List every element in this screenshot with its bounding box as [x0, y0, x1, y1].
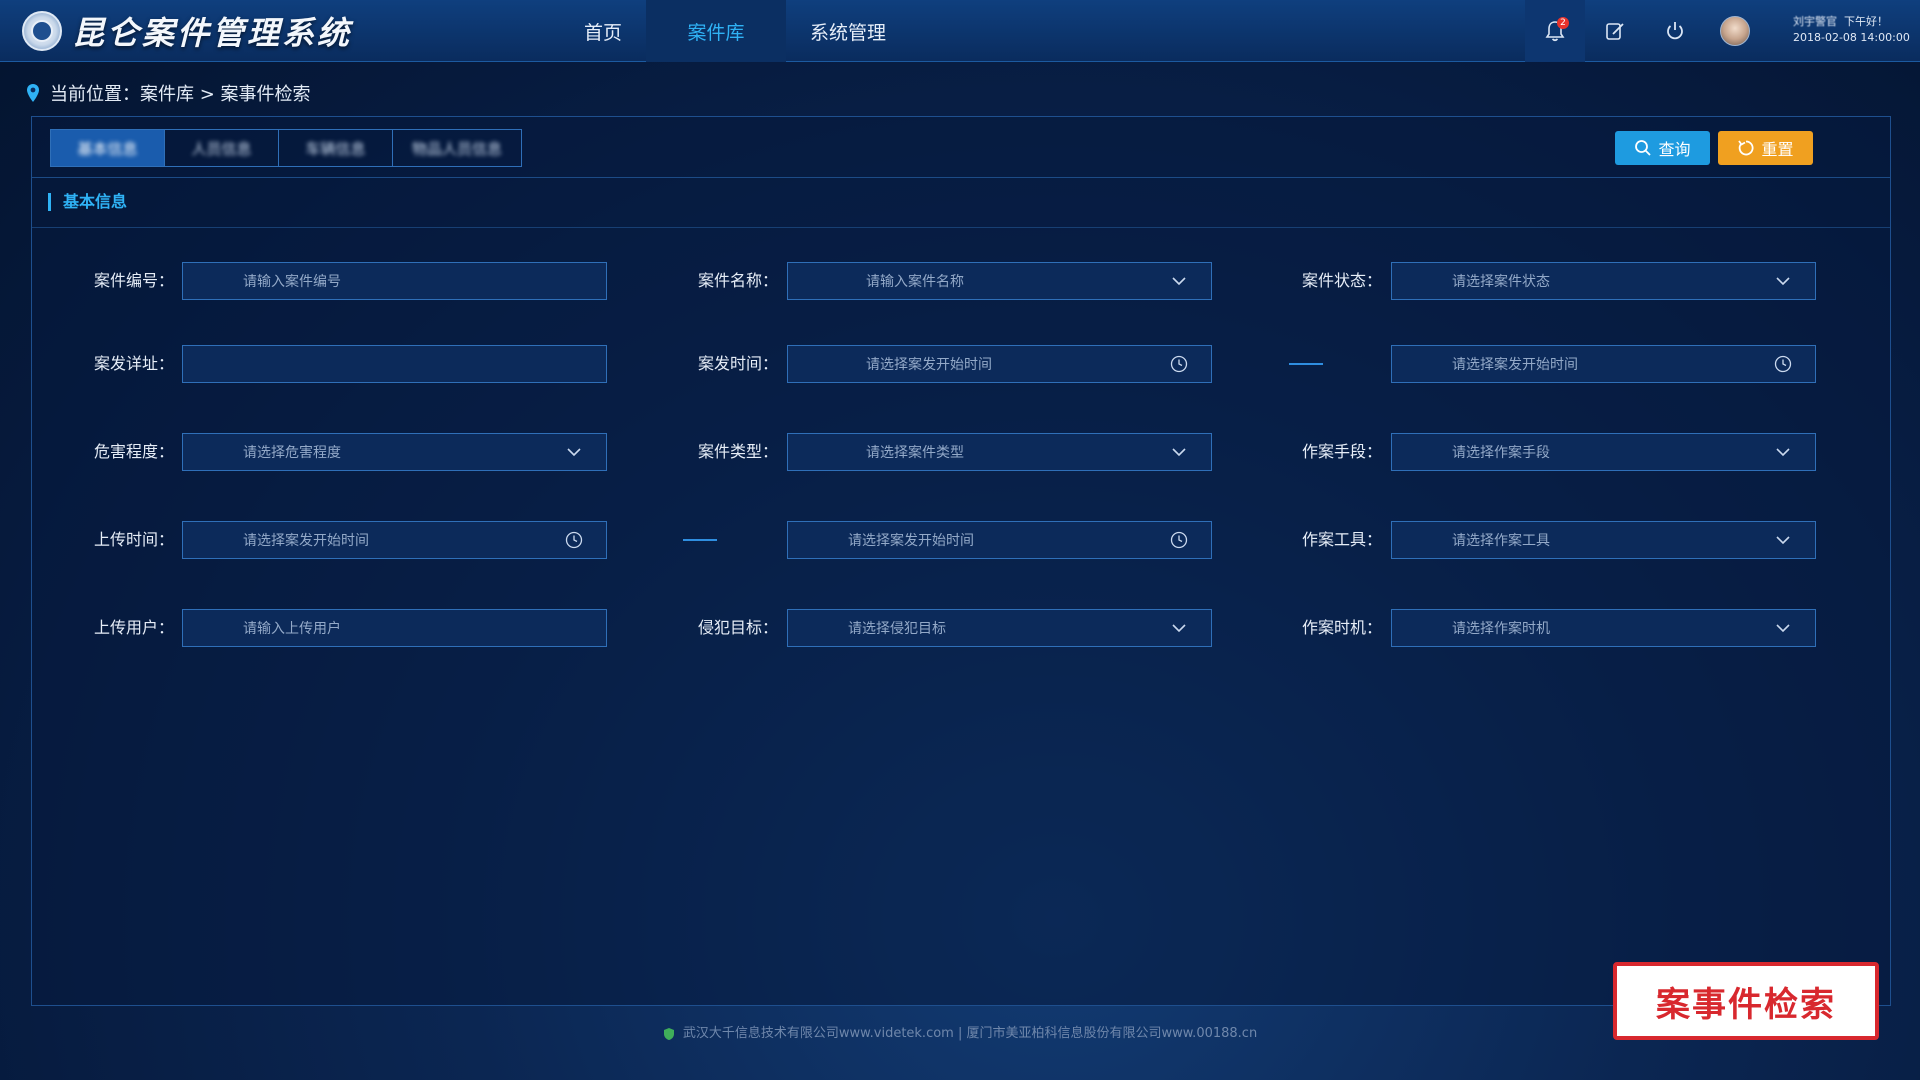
datetime: 2018-02-08 14:00:00	[1793, 31, 1910, 44]
case-no-label: 案件编号：	[93, 271, 174, 290]
location-pin-icon	[27, 84, 39, 102]
divider	[32, 227, 1890, 228]
tab-item-person-info[interactable]: 物品人员信息	[393, 130, 521, 166]
app-logo[interactable]: 昆仑案件管理系统	[22, 8, 352, 54]
clock-icon	[1169, 354, 1189, 374]
edit-button[interactable]	[1585, 0, 1645, 62]
reset-button[interactable]: 重置	[1718, 131, 1813, 165]
search-icon	[1635, 140, 1652, 156]
clock-icon	[1773, 354, 1793, 374]
tool-label: 作案工具：	[1301, 530, 1382, 549]
upload-user-label: 上传用户：	[93, 618, 174, 637]
tab-bar: 基本信息 人员信息 车辆信息 物品人员信息	[50, 129, 522, 167]
top-header: 昆仑案件管理系统 首页 案件库 系统管理 2 刘宇警官 下午好！ 2018-02…	[0, 0, 1920, 62]
chevron-down-icon	[1169, 442, 1189, 462]
method-select[interactable]: 请选择作案手段	[1391, 433, 1816, 471]
chevron-down-icon	[564, 442, 584, 462]
avatar	[1720, 16, 1750, 46]
breadcrumb-text: 当前位置：案件库 > 案事件检索	[50, 84, 311, 105]
clock-icon	[1169, 530, 1189, 550]
tab-person-info[interactable]: 人员信息	[165, 130, 279, 166]
notification-badge: 2	[1557, 17, 1569, 29]
case-name-label: 案件名称：	[697, 271, 778, 290]
case-address-input[interactable]	[182, 345, 607, 383]
chevron-down-icon	[1773, 530, 1793, 550]
upload-time-start-picker[interactable]: 请选择案发开始时间	[182, 521, 607, 559]
timing-select[interactable]: 请选择作案时机	[1391, 609, 1816, 647]
chevron-down-icon	[1169, 271, 1189, 291]
case-status-select[interactable]: 请选择案件状态	[1391, 262, 1816, 300]
user-info: 刘宇警官 下午好！ 2018-02-08 14:00:00	[1793, 14, 1910, 46]
clock-icon	[564, 530, 584, 550]
power-icon	[1667, 22, 1683, 40]
range-separator	[1289, 363, 1323, 365]
case-time-start-picker[interactable]: 请选择案发开始时间	[787, 345, 1212, 383]
upload-time-end-picker[interactable]: 请选择案发开始时间	[787, 521, 1212, 559]
breadcrumb: 当前位置：案件库 > 案事件检索	[26, 80, 311, 106]
chevron-down-icon	[1773, 618, 1793, 638]
tab-vehicle-info[interactable]: 车辆信息	[279, 130, 393, 166]
query-button[interactable]: 查询	[1615, 131, 1710, 165]
case-time-end-picker[interactable]: 请选择案发开始时间	[1391, 345, 1816, 383]
nav-case-library[interactable]: 案件库	[646, 0, 787, 62]
page-caption: 案事件检索	[1613, 962, 1879, 1040]
case-no-input[interactable]: 请输入案件编号	[182, 262, 607, 300]
upload-time-label: 上传时间：	[93, 530, 174, 549]
footer-text: 武汉大千信息技术有限公司www.videtek.com | 厦门市美亚柏科信息股…	[682, 1026, 1258, 1041]
case-type-label: 案件类型：	[697, 442, 778, 461]
user-avatar-button[interactable]	[1705, 0, 1765, 62]
notification-button[interactable]: 2	[1525, 0, 1585, 62]
nav-system-management[interactable]: 系统管理	[786, 0, 910, 62]
tab-basic-info[interactable]: 基本信息	[51, 130, 165, 166]
edit-icon	[1606, 23, 1624, 40]
shield-icon	[663, 1027, 674, 1040]
range-separator	[683, 539, 717, 541]
user-name: 刘宇警官	[1793, 15, 1837, 28]
case-status-label: 案件状态：	[1301, 271, 1382, 290]
greeting: 下午好！	[1844, 15, 1888, 28]
chevron-down-icon	[1773, 271, 1793, 291]
search-panel: 基本信息 人员信息 车辆信息 物品人员信息 查询 重置 基本信息 案件编号： 请…	[31, 116, 1891, 1006]
nav-home[interactable]: 首页	[560, 0, 646, 62]
harm-level-label: 危害程度：	[93, 442, 174, 461]
section-title: 基本信息	[48, 193, 127, 211]
timing-label: 作案时机：	[1301, 618, 1382, 637]
harm-level-select[interactable]: 请选择危害程度	[182, 433, 607, 471]
refresh-icon	[1738, 140, 1754, 156]
divider	[32, 177, 1890, 178]
main-nav: 首页 案件库 系统管理	[560, 0, 910, 62]
tool-select[interactable]: 请选择作案工具	[1391, 521, 1816, 559]
chevron-down-icon	[1773, 442, 1793, 462]
chevron-down-icon	[1169, 618, 1189, 638]
logout-button[interactable]	[1645, 0, 1705, 62]
target-select[interactable]: 请选择侵犯目标	[787, 609, 1212, 647]
case-name-select[interactable]: 请输入案件名称	[787, 262, 1212, 300]
method-label: 作案手段：	[1301, 442, 1382, 461]
police-emblem-icon	[22, 11, 62, 51]
case-address-label: 案发详址：	[93, 354, 174, 373]
case-type-select[interactable]: 请选择案件类型	[787, 433, 1212, 471]
header-tools: 2	[1525, 0, 1765, 62]
app-title: 昆仑案件管理系统	[72, 14, 353, 52]
target-label: 侵犯目标：	[697, 618, 778, 637]
case-time-label: 案发时间：	[697, 354, 778, 373]
upload-user-input[interactable]: 请输入上传用户	[182, 609, 607, 647]
